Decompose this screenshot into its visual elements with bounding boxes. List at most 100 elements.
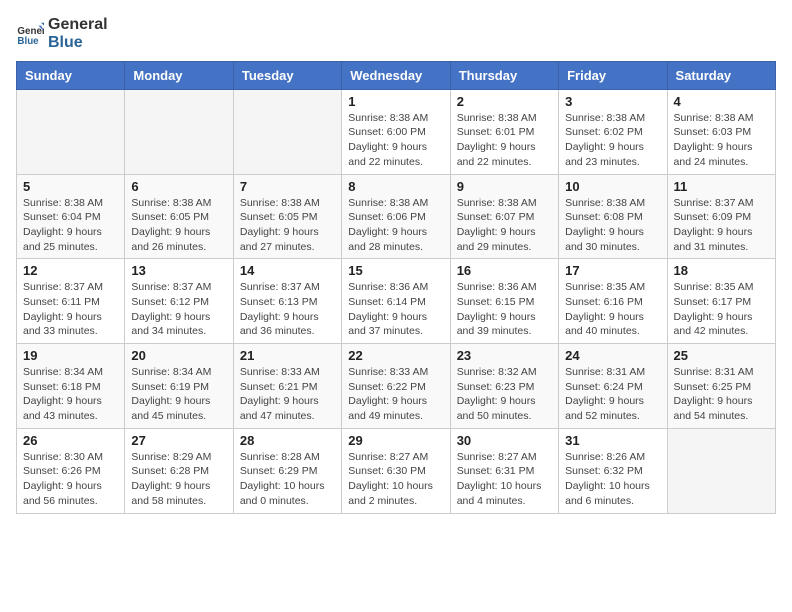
calendar-cell: 8 Sunrise: 8:38 AMSunset: 6:06 PMDaylight… <box>342 174 450 259</box>
calendar-cell: 15 Sunrise: 8:36 AMSunset: 6:14 PMDayligh… <box>342 259 450 344</box>
logo-icon: General Blue <box>16 20 44 48</box>
calendar-cell: 10Sunrise: 8:38 AMSunset: 6:08 PMDayligh… <box>559 174 667 259</box>
day-info: Sunrise: 8:35 AMSunset: 6:17 PMDaylight:… <box>674 280 769 339</box>
day-info: Sunrise: 8:36 AMSunset: 6:14 PMDaylight:… <box>348 280 443 339</box>
day-number: 21 <box>240 348 335 363</box>
calendar-cell: 19Sunrise: 8:34 AMSunset: 6:18 PMDayligh… <box>17 344 125 429</box>
day-number: 30 <box>457 433 552 448</box>
day-info: Sunrise: 8:38 AMSunset: 6:02 PMDaylight:… <box>565 111 660 170</box>
day-number: 6 <box>131 179 226 194</box>
day-number: 1 <box>348 94 443 109</box>
calendar-cell: 16Sunrise: 8:36 AMSunset: 6:15 PMDayligh… <box>450 259 558 344</box>
calendar-cell: 3 Sunrise: 8:38 AMSunset: 6:02 PMDaylight… <box>559 89 667 174</box>
calendar-cell: 4 Sunrise: 8:38 AMSunset: 6:03 PMDaylight… <box>667 89 775 174</box>
calendar-cell: 25 Sunrise: 8:31 AMSunset: 6:25 PMDayligh… <box>667 344 775 429</box>
weekday-header-sunday: Sunday <box>17 61 125 89</box>
day-number: 4 <box>674 94 769 109</box>
day-number: 26 <box>23 433 118 448</box>
day-number: 28 <box>240 433 335 448</box>
day-info: Sunrise: 8:29 AMSunset: 6:28 PMDaylight:… <box>131 450 226 509</box>
day-number: 27 <box>131 433 226 448</box>
day-number: 2 <box>457 94 552 109</box>
calendar-cell <box>667 428 775 513</box>
day-number: 23 <box>457 348 552 363</box>
day-info: Sunrise: 8:38 AMSunset: 6:00 PMDaylight:… <box>348 111 443 170</box>
day-number: 10 <box>565 179 660 194</box>
day-info: Sunrise: 8:30 AMSunset: 6:26 PMDaylight:… <box>23 450 118 509</box>
calendar-cell: 20 Sunrise: 8:34 AMSunset: 6:19 PMDayligh… <box>125 344 233 429</box>
day-info: Sunrise: 8:38 AMSunset: 6:05 PMDaylight:… <box>131 196 226 255</box>
calendar-week-4: 19Sunrise: 8:34 AMSunset: 6:18 PMDayligh… <box>17 344 776 429</box>
weekday-header-monday: Monday <box>125 61 233 89</box>
calendar-cell: 31Sunrise: 8:26 AMSunset: 6:32 PMDayligh… <box>559 428 667 513</box>
day-number: 12 <box>23 263 118 278</box>
day-info: Sunrise: 8:37 AMSunset: 6:09 PMDaylight:… <box>674 196 769 255</box>
day-number: 20 <box>131 348 226 363</box>
day-number: 15 <box>348 263 443 278</box>
calendar-cell: 30 Sunrise: 8:27 AMSunset: 6:31 PMDayligh… <box>450 428 558 513</box>
day-number: 13 <box>131 263 226 278</box>
day-number: 24 <box>565 348 660 363</box>
day-number: 3 <box>565 94 660 109</box>
calendar-cell: 11Sunrise: 8:37 AMSunset: 6:09 PMDayligh… <box>667 174 775 259</box>
day-number: 22 <box>348 348 443 363</box>
calendar-cell <box>233 89 341 174</box>
day-info: Sunrise: 8:26 AMSunset: 6:32 PMDaylight:… <box>565 450 660 509</box>
day-info: Sunrise: 8:38 AMSunset: 6:04 PMDaylight:… <box>23 196 118 255</box>
day-info: Sunrise: 8:38 AMSunset: 6:05 PMDaylight:… <box>240 196 335 255</box>
calendar-cell: 28Sunrise: 8:28 AMSunset: 6:29 PMDayligh… <box>233 428 341 513</box>
calendar-cell: 7Sunrise: 8:38 AMSunset: 6:05 PMDaylight… <box>233 174 341 259</box>
calendar-week-2: 5 Sunrise: 8:38 AMSunset: 6:04 PMDaylight… <box>17 174 776 259</box>
day-info: Sunrise: 8:38 AMSunset: 6:06 PMDaylight:… <box>348 196 443 255</box>
day-number: 25 <box>674 348 769 363</box>
weekday-header-friday: Friday <box>559 61 667 89</box>
calendar-cell: 26 Sunrise: 8:30 AMSunset: 6:26 PMDayligh… <box>17 428 125 513</box>
day-info: Sunrise: 8:35 AMSunset: 6:16 PMDaylight:… <box>565 280 660 339</box>
day-info: Sunrise: 8:32 AMSunset: 6:23 PMDaylight:… <box>457 365 552 424</box>
day-info: Sunrise: 8:38 AMSunset: 6:07 PMDaylight:… <box>457 196 552 255</box>
day-number: 8 <box>348 179 443 194</box>
calendar-cell: 12 Sunrise: 8:37 AMSunset: 6:11 PMDayligh… <box>17 259 125 344</box>
day-info: Sunrise: 8:31 AMSunset: 6:24 PMDaylight:… <box>565 365 660 424</box>
day-number: 16 <box>457 263 552 278</box>
day-number: 29 <box>348 433 443 448</box>
calendar-header-row: SundayMondayTuesdayWednesdayThursdayFrid… <box>17 61 776 89</box>
day-info: Sunrise: 8:31 AMSunset: 6:25 PMDaylight:… <box>674 365 769 424</box>
logo-general: General <box>48 16 108 34</box>
calendar-cell: 23 Sunrise: 8:32 AMSunset: 6:23 PMDayligh… <box>450 344 558 429</box>
day-info: Sunrise: 8:38 AMSunset: 6:01 PMDaylight:… <box>457 111 552 170</box>
logo-blue: Blue <box>48 34 108 52</box>
calendar-cell: 18 Sunrise: 8:35 AMSunset: 6:17 PMDayligh… <box>667 259 775 344</box>
calendar-cell: 29 Sunrise: 8:27 AMSunset: 6:30 PMDayligh… <box>342 428 450 513</box>
calendar-week-5: 26 Sunrise: 8:30 AMSunset: 6:26 PMDayligh… <box>17 428 776 513</box>
calendar-cell: 6 Sunrise: 8:38 AMSunset: 6:05 PMDaylight… <box>125 174 233 259</box>
day-number: 19 <box>23 348 118 363</box>
day-number: 5 <box>23 179 118 194</box>
weekday-header-wednesday: Wednesday <box>342 61 450 89</box>
calendar-cell: 22 Sunrise: 8:33 AMSunset: 6:22 PMDayligh… <box>342 344 450 429</box>
day-info: Sunrise: 8:38 AMSunset: 6:03 PMDaylight:… <box>674 111 769 170</box>
day-info: Sunrise: 8:37 AMSunset: 6:12 PMDaylight:… <box>131 280 226 339</box>
calendar-cell: 5 Sunrise: 8:38 AMSunset: 6:04 PMDaylight… <box>17 174 125 259</box>
day-info: Sunrise: 8:37 AMSunset: 6:11 PMDaylight:… <box>23 280 118 339</box>
weekday-header-thursday: Thursday <box>450 61 558 89</box>
day-info: Sunrise: 8:27 AMSunset: 6:30 PMDaylight:… <box>348 450 443 509</box>
day-info: Sunrise: 8:33 AMSunset: 6:21 PMDaylight:… <box>240 365 335 424</box>
day-info: Sunrise: 8:27 AMSunset: 6:31 PMDaylight:… <box>457 450 552 509</box>
calendar-cell: 13 Sunrise: 8:37 AMSunset: 6:12 PMDayligh… <box>125 259 233 344</box>
calendar-week-1: 1 Sunrise: 8:38 AMSunset: 6:00 PMDaylight… <box>17 89 776 174</box>
calendar-cell <box>125 89 233 174</box>
day-info: Sunrise: 8:33 AMSunset: 6:22 PMDaylight:… <box>348 365 443 424</box>
page-header: General Blue General Blue <box>16 16 776 53</box>
calendar-cell <box>17 89 125 174</box>
calendar-cell: 24 Sunrise: 8:31 AMSunset: 6:24 PMDayligh… <box>559 344 667 429</box>
day-number: 17 <box>565 263 660 278</box>
day-number: 14 <box>240 263 335 278</box>
logo: General Blue General Blue <box>16 16 108 53</box>
day-info: Sunrise: 8:34 AMSunset: 6:19 PMDaylight:… <box>131 365 226 424</box>
day-number: 9 <box>457 179 552 194</box>
calendar-cell: 21 Sunrise: 8:33 AMSunset: 6:21 PMDayligh… <box>233 344 341 429</box>
day-number: 18 <box>674 263 769 278</box>
calendar-cell: 27 Sunrise: 8:29 AMSunset: 6:28 PMDayligh… <box>125 428 233 513</box>
calendar-cell: 1 Sunrise: 8:38 AMSunset: 6:00 PMDaylight… <box>342 89 450 174</box>
